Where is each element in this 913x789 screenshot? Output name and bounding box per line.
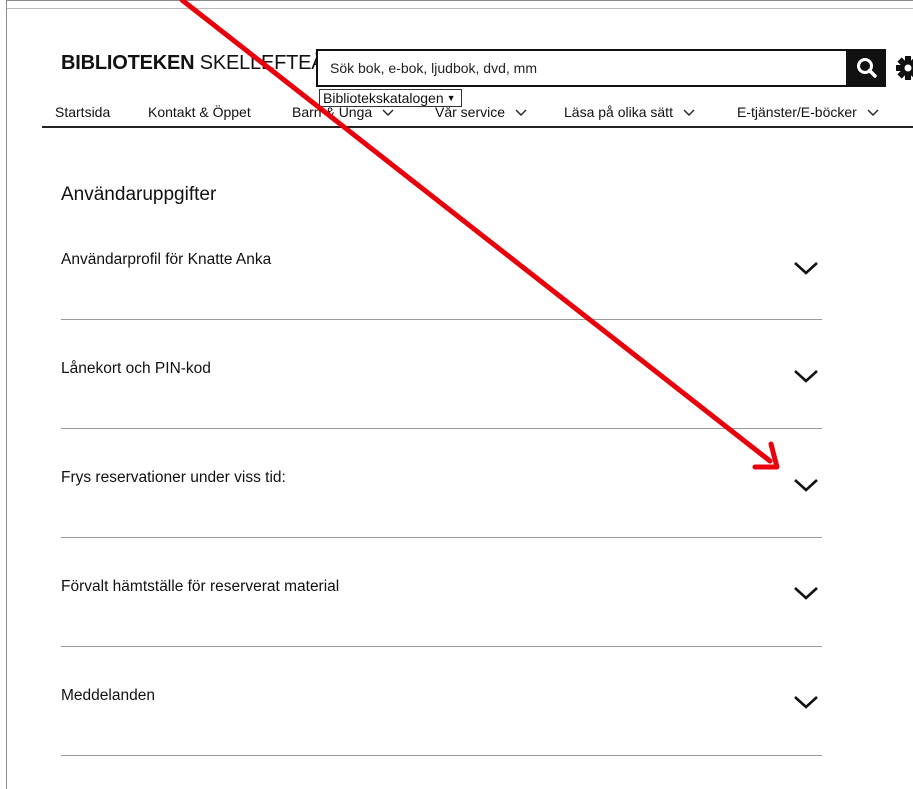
chevron-down-icon — [867, 109, 879, 117]
search-input[interactable] — [318, 51, 846, 85]
chevron-down-icon — [794, 370, 818, 383]
accordion-freeze-reservations[interactable]: Frys reservationer under viss tid: — [61, 469, 822, 569]
catalog-select[interactable]: Bibliotekskatalogen ▼ — [319, 89, 462, 107]
settings-button[interactable] — [895, 53, 913, 83]
nav-item-kontakt[interactable]: Kontakt & Öppet — [148, 104, 251, 120]
window-border-left — [6, 0, 7, 789]
chevron-down-icon — [794, 587, 818, 600]
window-border-top — [6, 0, 913, 1]
accordion-label: Meddelanden — [61, 687, 155, 704]
accordion-label: Lånekort och PIN-kod — [61, 360, 211, 377]
window-border-inner — [6, 8, 913, 9]
search-button[interactable] — [848, 49, 886, 87]
caret-down-icon: ▼ — [446, 93, 456, 103]
search-icon — [857, 58, 877, 78]
divider — [61, 755, 822, 756]
nav-item-label: Kontakt & Öppet — [148, 104, 251, 120]
chevron-down-icon — [794, 262, 818, 275]
logo-light-text: SKELLEFTEÅ — [194, 52, 325, 74]
accordion-messages[interactable]: Meddelanden — [61, 687, 822, 787]
chevron-down-icon — [382, 109, 394, 117]
accordion-label: Förvalt hämtställe för reserverat materi… — [61, 578, 340, 595]
divider — [61, 319, 822, 320]
nav-item-startsida[interactable]: Startsida — [55, 104, 110, 120]
accordion-card-pin[interactable]: Lånekort och PIN-kod — [61, 360, 822, 460]
nav-item-label: E-tjänster/E-böcker — [737, 104, 857, 120]
divider — [61, 646, 822, 647]
accordion-pickup-location[interactable]: Förvalt hämtställe för reserverat materi… — [61, 578, 822, 678]
catalog-select-value: Bibliotekskatalogen — [323, 90, 444, 106]
accordion-label: Frys reservationer under viss tid: — [61, 469, 286, 486]
accordion-label: Användarprofil för Knatte Anka — [61, 251, 272, 268]
nav-item-label: Läsa på olika sätt — [564, 104, 673, 120]
chevron-down-icon — [794, 696, 818, 709]
nav-item-lasa[interactable]: Läsa på olika sätt — [564, 104, 695, 120]
nav-item-label: Startsida — [55, 104, 111, 120]
divider — [61, 428, 822, 429]
logo-bold-text: BIBLIOTEKEN — [61, 52, 195, 74]
chevron-down-icon — [794, 479, 818, 492]
accordion-user-profile[interactable]: Användarprofil för Knatte Anka — [61, 251, 822, 351]
page-title: Användaruppgifter — [61, 184, 217, 205]
main-navigation: Startsida Kontakt & Öppet Barn & Unga Vå… — [42, 102, 913, 128]
chevron-down-icon — [683, 109, 695, 117]
site-logo[interactable]: BIBLIOTEKEN SKELLEFTEÅ — [61, 52, 325, 75]
search-box — [316, 49, 848, 87]
divider — [61, 537, 822, 538]
nav-item-etjanster[interactable]: E-tjänster/E-böcker — [737, 104, 879, 120]
chevron-down-icon — [515, 109, 527, 117]
gear-icon — [896, 56, 913, 80]
